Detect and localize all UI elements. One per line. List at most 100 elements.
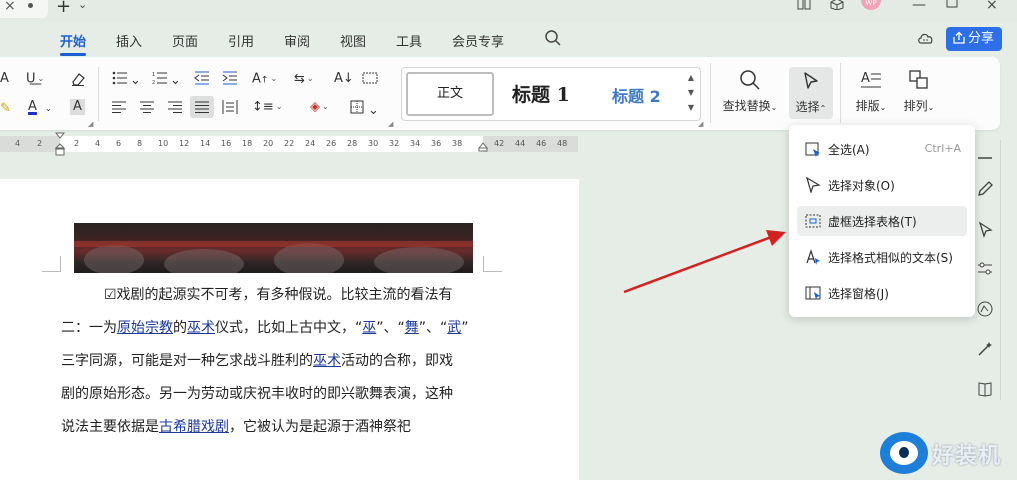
pen-icon[interactable] (976, 180, 994, 198)
paragraph-line[interactable]: 二：一为原始宗教的巫术仪式，比如上古中文，“巫”、“舞”、“武” (61, 317, 469, 337)
line-spacing-icon[interactable]: ↕≡ ⌄ (252, 99, 283, 116)
align-left-icon[interactable] (112, 101, 126, 113)
select-cursor-icon[interactable] (976, 220, 994, 238)
paragraph-line[interactable]: ☑戏剧的起源实不可考，有多种假说。比较主流的看法有 (104, 284, 453, 304)
menu-item-dashed-frame-select-table[interactable]: 虚框选择表格(T) (797, 206, 967, 236)
tab-tools[interactable]: 工具 (396, 31, 422, 50)
hyperlink[interactable]: 原始宗教 (117, 320, 173, 336)
tab-review[interactable]: 审阅 (284, 31, 310, 50)
distribute-icon[interactable] (222, 100, 238, 114)
bullet-dropdown[interactable]: ⌄ (130, 73, 141, 89)
paragraph-dialog-launcher[interactable]: ◢ (388, 120, 393, 128)
numbered-list-icon[interactable]: 12 (152, 71, 168, 85)
style-normal[interactable]: 正文 (406, 72, 494, 116)
styles-scroll[interactable]: ▲ ▼ ▼ (684, 70, 698, 118)
close-tab-icon[interactable]: × (4, 0, 16, 14)
document-tab[interactable]: × (0, 0, 48, 18)
menu-item-select-all[interactable]: 全选(A) Ctrl+A (797, 134, 967, 164)
paragraph-line[interactable]: 说法主要依据是古希腊戏剧，它被认为是起源于酒神祭祀 (61, 416, 411, 436)
menu-item-select-objects[interactable]: 选择对象(O) (797, 170, 967, 200)
expand-gallery-icon[interactable]: ▼ (684, 100, 698, 115)
style-heading-2[interactable]: 标题 2 (612, 83, 661, 107)
borders-dropdown[interactable]: ⌄ (368, 103, 379, 119)
style-heading-1[interactable]: 标题 1 (512, 80, 570, 107)
select-dropdown-icon: ⌃ (819, 104, 827, 113)
paragraph-line[interactable]: 三字同源，可能是对一种乞求战斗胜利的巫术活动的合称，即戏 (61, 350, 453, 370)
show-marks-icon[interactable] (362, 71, 378, 85)
scroll-up-icon[interactable]: ▲ (684, 70, 698, 85)
sort-direction-icon[interactable]: ⇆ ⌄ (294, 71, 314, 88)
bullet-list-icon[interactable] (112, 71, 128, 85)
adjust-sliders-icon[interactable] (976, 260, 994, 278)
search-icon[interactable] (544, 29, 562, 47)
magic-tools-icon[interactable] (976, 340, 994, 358)
indent-marker-icon[interactable] (55, 132, 65, 156)
cube-icon[interactable] (830, 0, 844, 10)
text-run: 三字同源，可能是对一种乞求战斗胜利的 (61, 353, 313, 369)
close-window-icon[interactable]: × (986, 0, 998, 13)
ruler-number: 18 (242, 139, 253, 148)
phonetic-guide-icon[interactable]: U͟ ⌄ (26, 71, 44, 88)
cloud-icon[interactable] (917, 31, 935, 45)
tab-member[interactable]: 会员专享 (452, 31, 504, 50)
layout-label: 排版 (855, 99, 880, 113)
maximize-icon[interactable] (946, 0, 958, 8)
hyperlink[interactable]: 巫术 (187, 320, 215, 336)
font-dialog-launcher[interactable]: ◢ (88, 120, 93, 128)
hyperlink[interactable]: 巫 (362, 320, 376, 336)
eraser-icon[interactable] (70, 71, 86, 87)
book-icon[interactable] (976, 380, 994, 398)
tab-page[interactable]: 页面 (172, 31, 198, 50)
new-tab-button[interactable]: + (56, 0, 71, 17)
hyperlink[interactable]: 古希腊戏剧 (159, 419, 229, 435)
shapes-icon[interactable] (976, 300, 994, 318)
styles-dialog-launcher[interactable]: ◢ (698, 120, 703, 128)
decrease-indent-icon[interactable] (194, 71, 210, 85)
justify-button[interactable] (190, 96, 214, 118)
menu-item-selection-pane[interactable]: 选择窗格(J) (797, 278, 967, 308)
side-panel-divider (1000, 140, 1001, 400)
align-right-icon[interactable] (168, 101, 182, 113)
horizontal-ruler[interactable]: 4 2 2 4 6 8 10 12 14 16 18 20 22 24 26 28 30 32 34 36 38 4… (0, 132, 578, 156)
ribbon: A U͟ ⌄ ✎ A ⌄ A ⌄ 12 ⌄ A↑ ⌄ ⇆ ⌄ A↓ ↕≡ ⌄ ◈ ⌄ ⌄ … (0, 57, 1000, 130)
minimize-icon[interactable]: — (912, 0, 926, 13)
right-indent-marker-icon[interactable] (478, 142, 488, 152)
ruler-number: 46 (536, 139, 547, 148)
collapse-icon[interactable] (976, 156, 994, 160)
hyperlink[interactable]: 巫术 (313, 353, 341, 369)
layout-icon[interactable] (797, 0, 811, 10)
tab-insert[interactable]: 插入 (116, 31, 142, 50)
menu-item-label: 选择窗格(J) (828, 287, 889, 301)
select-dropdown-menu: 全选(A) Ctrl+A 选择对象(O) 虚框选择表格(T) 选择格式相似的文本… (789, 125, 975, 317)
cursor-arrow-icon (804, 72, 818, 89)
increase-indent-icon[interactable] (222, 71, 238, 85)
paragraph-line[interactable]: 剧的原始形态。另一为劳动或庆祝丰收时的即兴歌舞表演，这种 (61, 383, 453, 403)
numbering-dropdown[interactable]: ⌄ (170, 73, 181, 89)
ruler-number: 44 (515, 139, 526, 148)
font-color-icon[interactable]: A (28, 99, 37, 115)
align-center-icon[interactable] (140, 101, 154, 113)
tab-home[interactable]: 开始 (60, 31, 86, 50)
ruler-number: 16 (221, 139, 232, 148)
font-color-dropdown[interactable]: ⌄ (45, 101, 52, 117)
select-button[interactable]: 选择⌃ (789, 67, 833, 119)
sort-icon[interactable]: A↓ (334, 71, 354, 87)
avatar[interactable]: WP (861, 0, 881, 10)
share-button[interactable]: 分享 (946, 27, 1002, 51)
menu-item-select-similar-format[interactable]: 选择格式相似的文本(S) (797, 242, 967, 272)
borders-icon[interactable] (350, 100, 364, 114)
char-shading-icon[interactable]: A (70, 99, 85, 115)
hyperlink[interactable]: 舞 (405, 320, 419, 336)
shading-icon[interactable]: ◈ ⌄ (310, 99, 329, 116)
text-direction-icon[interactable]: A↑ ⌄ (252, 71, 277, 89)
highlight-fragment-icon[interactable]: ✎ (0, 101, 11, 117)
find-replace-button[interactable]: 查找替换⌄ (722, 69, 778, 116)
layout-button[interactable]: A 排版⌄ (848, 69, 894, 114)
scroll-down-icon[interactable]: ▼ (684, 85, 698, 100)
tab-view[interactable]: 视图 (340, 31, 366, 50)
arrange-button[interactable]: 排列⌄ (896, 69, 942, 114)
new-tab-dropdown-icon[interactable]: ⌄ (78, 0, 87, 11)
hyperlink[interactable]: 武 (447, 320, 461, 336)
document-image[interactable] (74, 223, 473, 273)
tab-references[interactable]: 引用 (228, 31, 254, 50)
